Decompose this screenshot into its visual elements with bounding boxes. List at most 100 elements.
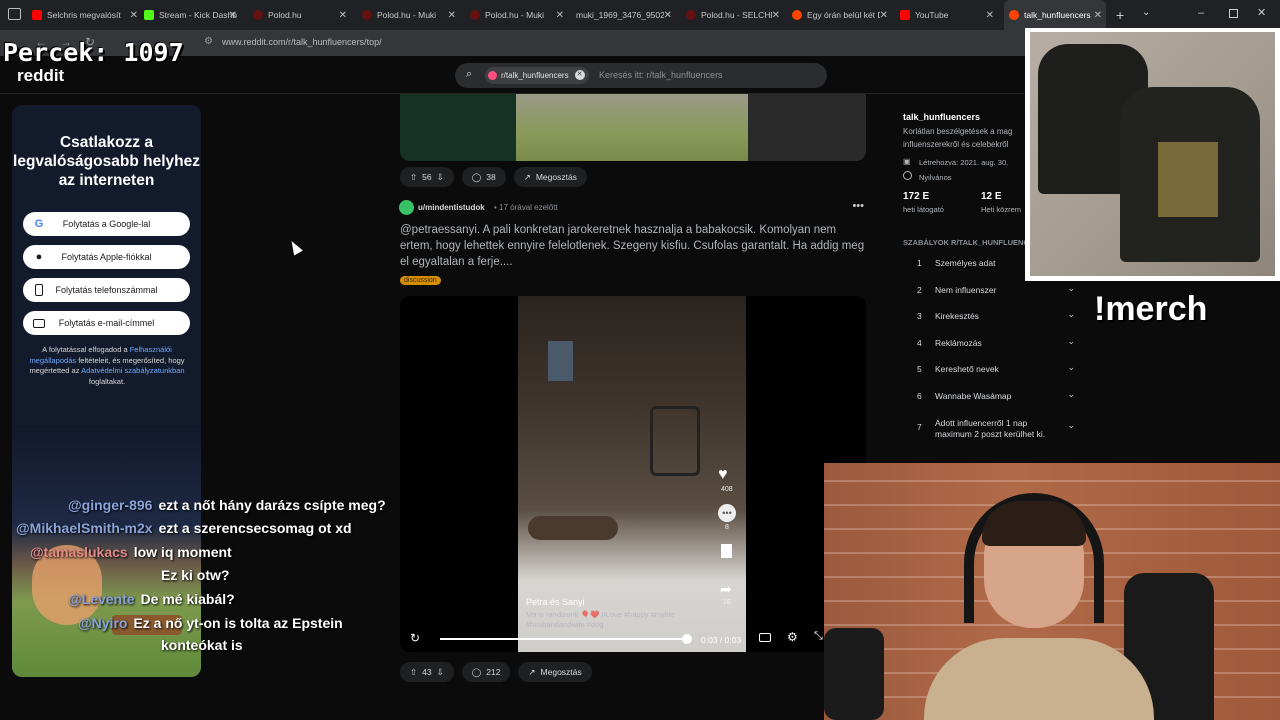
apple-login-button[interactable]: ● Folytatás Apple-fiókkal <box>23 245 190 269</box>
close-icon[interactable]: ✕ <box>771 9 780 21</box>
rule-item[interactable]: 3 Kirekesztés ⌄ <box>903 307 1087 327</box>
vote-control[interactable]: ⇧ 56 ⇩ <box>400 167 454 187</box>
fullscreen-icon[interactable]: ⤡ <box>814 630 823 643</box>
comments-button[interactable]: ◯ 38 <box>461 167 506 187</box>
vote-control[interactable]: ⇧ 43 ⇩ <box>400 662 454 682</box>
browser-tab[interactable]: Polod.hu - SELCHRI ✕ <box>686 0 784 30</box>
captions-icon[interactable] <box>759 633 771 642</box>
replay-icon[interactable]: ↻ <box>410 631 420 645</box>
post-image[interactable] <box>400 94 866 161</box>
button-label: Folytatás telefonszámmal <box>55 285 158 295</box>
close-window-icon[interactable]: ✕ <box>1257 6 1266 19</box>
upvote-icon[interactable]: ⇧ <box>410 667 417 678</box>
browser-tab[interactable]: Stream - Kick Dashb ✕ <box>144 0 241 30</box>
close-icon[interactable]: ✕ <box>339 10 347 21</box>
browser-tab[interactable]: YouTube ✕ <box>900 0 998 30</box>
tab-label: Polod.hu - Muki <box>485 10 545 20</box>
site-info-icon[interactable]: ⚙ <box>204 36 213 47</box>
button-label: Folytatás e-mail-címmel <box>58 318 155 328</box>
heart-icon[interactable]: ♥ <box>718 466 728 484</box>
downvote-icon[interactable]: ⇩ <box>437 172 444 183</box>
share-button[interactable]: ↗ Megosztás <box>518 662 592 682</box>
rule-item[interactable]: 4 Reklámozás ⌄ <box>903 334 1087 354</box>
avatar[interactable] <box>399 200 414 215</box>
post-flair[interactable]: discussion <box>400 276 441 285</box>
close-icon[interactable]: ✕ <box>448 10 456 21</box>
search-input[interactable]: ⌕ r/talk_hunfluencers ✕ Keresés itt: r/t… <box>455 63 827 88</box>
image-content <box>516 94 748 161</box>
rule-item[interactable]: 2 Nem influenszer ⌄ <box>903 281 1087 301</box>
chevron-down-icon[interactable]: ⌄ <box>1067 362 1075 373</box>
share-button[interactable]: ↗ Megosztás <box>513 167 587 187</box>
google-login-button[interactable]: G Folytatás a Google-lal <box>23 212 190 236</box>
video-progress-track[interactable] <box>440 638 688 640</box>
share-icon: ↗ <box>528 666 536 677</box>
settings-icon[interactable]: ⚙ <box>787 630 798 644</box>
chevron-down-icon[interactable]: ⌄ <box>1067 389 1075 400</box>
browser-tab[interactable]: muki_1969_3476_9502_ ✕ <box>576 0 676 30</box>
browser-tab[interactable]: Egy órán belül két D ✕ <box>792 0 892 30</box>
chat-text: low iq moment <box>133 544 232 560</box>
close-icon[interactable]: ✕ <box>556 10 564 21</box>
chat-username: @ginger-896 <box>68 497 153 513</box>
video-player[interactable]: ♥ 408 ••• 8 ➦ 16 Petra és Sanyi Ma is ra… <box>400 296 866 652</box>
post-author[interactable]: u/mindentistudok <box>418 203 485 212</box>
chevron-down-icon[interactable]: ⌄ <box>1067 336 1075 347</box>
clear-chip-icon[interactable]: ✕ <box>574 70 585 80</box>
browser-tab[interactable]: Polod.hu - Muki ✕ <box>470 0 568 30</box>
chat-username: @tamaslukacs <box>30 544 128 560</box>
email-login-button[interactable]: Folytatás e-mail-címmel <box>23 311 190 335</box>
chevron-down-icon[interactable]: ⌄ <box>1067 309 1075 320</box>
post-header: u/mindentistudok • 17 órával ezelőtt ••• <box>399 200 866 216</box>
rule-number: 2 <box>917 285 922 295</box>
post-body[interactable]: @petraessanyi. A pali konkretan jarokere… <box>400 222 866 270</box>
close-icon[interactable]: ✕ <box>663 9 672 21</box>
subreddit-name[interactable]: talk_hunfluencers <box>903 112 980 122</box>
downvote-icon[interactable]: ⇩ <box>437 667 444 678</box>
bookmark-icon[interactable] <box>721 544 732 558</box>
tab-overview-icon[interactable] <box>8 8 21 20</box>
minimize-icon[interactable]: – <box>1198 7 1204 19</box>
privacy-policy-link[interactable]: Adatvédelmi szabályzatunkban <box>81 366 184 375</box>
close-icon[interactable]: ✕ <box>229 10 237 21</box>
rule-number: 5 <box>917 364 922 374</box>
more-options-icon[interactable]: ••• <box>852 200 864 212</box>
video-caption: Petra és Sanyi <box>526 597 585 607</box>
browser-tab[interactable]: Polod.hu ✕ <box>253 0 351 30</box>
image-blur-left <box>400 94 516 161</box>
close-icon[interactable]: ✕ <box>130 10 138 21</box>
rule-title: Reklámozás <box>935 338 982 348</box>
reddit-logo-text: reddit <box>17 66 65 85</box>
browser-tab[interactable]: Selchris megvalósít ✕ <box>32 0 142 30</box>
rule-item[interactable]: 6 Wannabe Wasámap ⌄ <box>903 387 1087 407</box>
comments-button[interactable]: ◯ 212 <box>461 662 511 682</box>
phone-login-button[interactable]: Folytatás telefonszámmal <box>23 278 190 302</box>
chevron-down-icon[interactable]: ⌄ <box>1067 283 1075 294</box>
chevron-down-icon[interactable]: ⌄ <box>1067 420 1075 431</box>
new-tab-icon[interactable]: + <box>1116 7 1124 23</box>
maximize-icon[interactable] <box>1229 9 1238 18</box>
share-icon[interactable]: ➦ <box>720 581 732 598</box>
rule-number: 1 <box>917 258 922 268</box>
rule-number: 4 <box>917 338 922 348</box>
video-progress-knob[interactable] <box>682 634 692 644</box>
subreddit-filter-chip[interactable]: r/talk_hunfluencers ✕ <box>485 67 589 84</box>
browser-tab[interactable]: Polod.hu - Muki ✕ <box>362 0 460 30</box>
chip-label: r/talk_hunfluencers <box>501 71 569 80</box>
close-icon[interactable]: ✕ <box>879 9 888 21</box>
comment-icon[interactable]: ••• <box>718 504 736 522</box>
rule-item[interactable]: 7 Adott influencerről 1 nap maximum 2 pos… <box>903 414 1087 442</box>
tab-label: Stream - Kick Dashb <box>159 10 237 20</box>
rule-item[interactable]: 5 Kereshető nevek ⌄ <box>903 360 1087 380</box>
close-icon[interactable]: ✕ <box>1094 10 1102 21</box>
chat-username: @Nyiro <box>78 615 128 631</box>
chat-message: @Levente De mé kiabál? <box>20 591 235 607</box>
browser-tab-active[interactable]: talk_hunfluencers ✕ <box>1004 0 1106 30</box>
upvote-icon[interactable]: ⇧ <box>410 172 417 183</box>
chat-message: @tamaslukacs low iq moment <box>20 544 232 560</box>
chevron-down-icon[interactable]: ⌄ <box>1142 7 1150 18</box>
webcam-feed <box>824 463 1280 720</box>
url-text[interactable]: www.reddit.com/r/talk_hunfluencers/top/ <box>222 37 382 47</box>
kick-icon <box>144 10 154 20</box>
close-icon[interactable]: ✕ <box>986 10 994 21</box>
